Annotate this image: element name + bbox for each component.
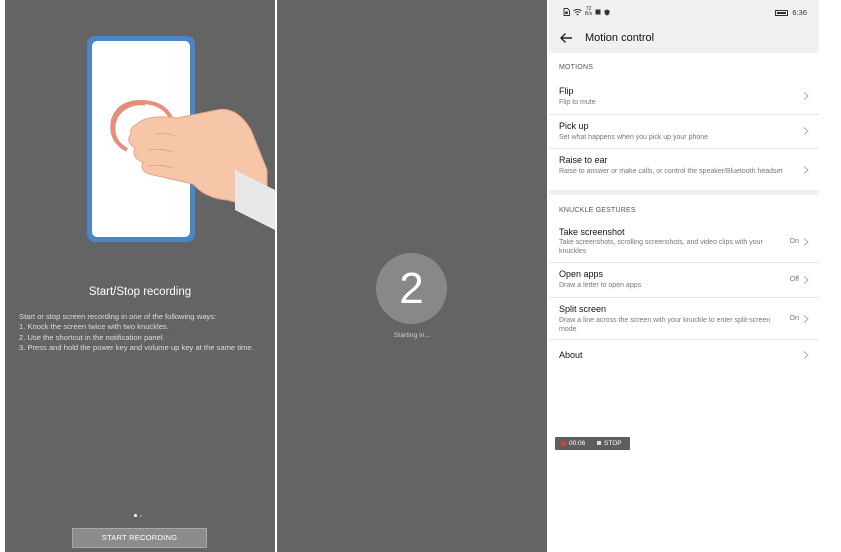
status-time: 6:36	[792, 8, 807, 17]
wifi-icon	[573, 9, 582, 16]
stop-icon[interactable]	[597, 441, 601, 445]
starting-label: Starting in...	[393, 332, 431, 339]
status-bar: 72 B/s 6:36	[549, 0, 819, 24]
title-bar: Motion control	[549, 24, 819, 53]
chevron-right-icon	[803, 315, 809, 323]
tutorial-description: Start or stop screen recording in one of…	[19, 312, 267, 353]
setting-value: On	[789, 238, 799, 245]
status-icons-left: 72 B/s	[563, 7, 610, 17]
setting-row-open-apps[interactable]: Open apps Draw a letter to open apps Off	[549, 263, 819, 298]
status-icons-right: 6:36	[775, 8, 807, 17]
setting-subtitle: Take screenshots, scrolling screenshots,…	[559, 239, 763, 255]
recording-dot-icon	[561, 441, 566, 446]
stop-recording-button[interactable]: STOP	[604, 437, 622, 450]
start-recording-button[interactable]: START RECORDING	[72, 528, 207, 548]
setting-row-take-screenshot[interactable]: Take screenshot Take screenshots, scroll…	[549, 222, 819, 263]
setting-row-split-screen[interactable]: Split screen Draw a line across the scre…	[549, 298, 819, 340]
description-line: 2. Use the shortcut in the notification …	[19, 332, 165, 342]
setting-title: Pick up	[559, 121, 589, 131]
network-speed: 72 B/s	[585, 7, 592, 17]
setting-title: Split screen	[559, 304, 607, 314]
setting-subtitle: Raise to answer or make calls, or contro…	[559, 168, 783, 175]
network-speed-unit: B/s	[585, 11, 593, 17]
chevron-right-icon	[803, 92, 809, 100]
setting-title: Flip	[559, 86, 574, 96]
setting-value: On	[789, 315, 799, 322]
motion-control-screen: 72 B/s 6:36 Motion control MOTIONS Flip F…	[549, 0, 819, 552]
shield-icon	[604, 9, 610, 15]
setting-row-pick-up[interactable]: Pick up Set what happens when you pick u…	[549, 115, 819, 149]
section-label-knuckle-gestures: KNUCKLE GESTURES	[559, 207, 636, 214]
chevron-right-icon	[803, 166, 809, 174]
description-line: 1. Knock the screen twice with two knuck…	[19, 322, 169, 332]
chevron-right-icon	[803, 127, 809, 135]
tutorial-panel: Start/Stop recording Start or stop scree…	[5, 0, 275, 552]
recording-time: 00:06	[569, 440, 586, 447]
page-dot-active	[134, 514, 137, 517]
setting-title: Take screenshot	[559, 227, 625, 237]
section-label-motions: MOTIONS	[559, 64, 594, 71]
knuckle-gesture-illustration	[87, 36, 275, 242]
chevron-right-icon	[803, 351, 809, 359]
setting-row-raise-to-ear[interactable]: Raise to ear Raise to answer or make cal…	[549, 149, 819, 190]
setting-value: Off	[789, 276, 799, 283]
description-line: Start or stop screen recording in one of…	[19, 312, 217, 321]
description-line: 3. Press and hold the power key and volu…	[19, 342, 254, 352]
setting-row-flip[interactable]: Flip Flip to mute	[549, 80, 819, 115]
countdown-panel: 2 Starting in...	[277, 0, 547, 552]
countdown-number: 2	[376, 253, 447, 324]
sim-icon	[563, 8, 570, 16]
page-indicator	[134, 514, 154, 518]
setting-title: Raise to ear	[559, 155, 608, 165]
chevron-right-icon	[803, 238, 809, 246]
page-title: Motion control	[585, 32, 655, 44]
setting-title: Open apps	[559, 269, 604, 279]
page-dot-inactive	[140, 515, 142, 517]
tutorial-title: Start/Stop recording	[88, 286, 192, 298]
image-notification-icon	[595, 9, 601, 15]
setting-subtitle: Set what happens when you pick up your p…	[559, 134, 709, 141]
setting-row-about[interactable]: About	[549, 340, 819, 372]
recording-control-bar: 00:06 STOP	[555, 437, 630, 450]
back-arrow-icon[interactable]	[558, 30, 574, 46]
setting-subtitle: Flip to mute	[559, 99, 596, 106]
setting-subtitle: Draw a letter to open apps	[559, 282, 642, 289]
battery-icon	[775, 9, 789, 16]
app-header: 72 B/s 6:36 Motion control	[549, 0, 819, 53]
setting-title: About	[559, 350, 583, 360]
chevron-right-icon	[803, 276, 809, 284]
section-divider	[549, 190, 819, 195]
setting-subtitle: Draw a line across the screen with your …	[559, 317, 771, 333]
